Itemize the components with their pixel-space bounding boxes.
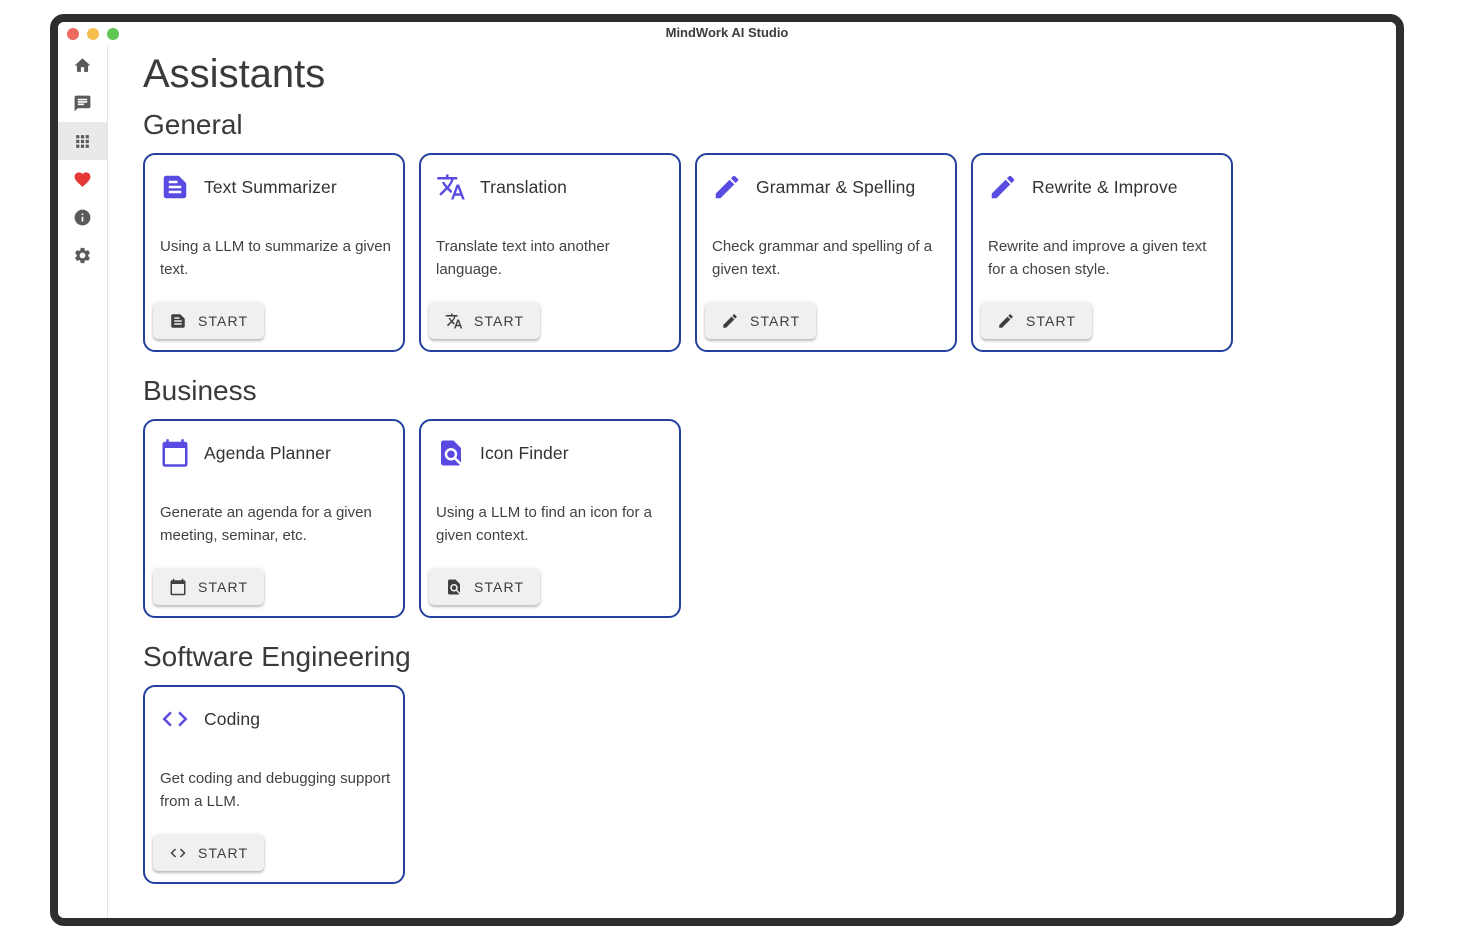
card-row: Text Summarizer Using a LLM to summarize…: [143, 153, 1366, 352]
apps-grid-icon: [73, 132, 92, 151]
text-snippet-icon: [169, 312, 187, 330]
assistant-card: Grammar & Spelling Check grammar and spe…: [695, 153, 957, 352]
titlebar: MindWork AI Studio: [58, 22, 1396, 46]
section-title: Business: [143, 374, 1366, 408]
card-description: Check grammar and spelling of a given te…: [712, 236, 944, 281]
start-button[interactable]: START: [429, 302, 540, 339]
card-row: Agenda Planner Generate an agenda for a …: [143, 419, 1366, 618]
calendar-icon: [160, 438, 190, 468]
calendar-icon: [169, 578, 187, 596]
home-icon: [73, 56, 92, 75]
assistant-card: Rewrite & Improve Rewrite and improve a …: [971, 153, 1233, 352]
translate-icon: [436, 172, 466, 202]
sidebar-item-about[interactable]: [58, 198, 107, 236]
pencil-icon: [721, 312, 739, 330]
sidebar-item-home[interactable]: [58, 46, 107, 84]
assistant-card: Translation Translate text into another …: [419, 153, 681, 352]
card-title: Grammar & Spelling: [756, 177, 915, 198]
start-button[interactable]: START: [981, 302, 1092, 339]
start-button-label: START: [750, 313, 800, 329]
card-row: Coding Get coding and debugging support …: [143, 685, 1366, 884]
chat-icon: [73, 94, 92, 113]
pencil-icon: [997, 312, 1015, 330]
assistant-section: General Text Summarizer Using a LLM to s…: [143, 108, 1366, 352]
assistant-card: Icon Finder Using a LLM to find an icon …: [419, 419, 681, 618]
card-title: Translation: [480, 177, 567, 198]
start-button[interactable]: START: [153, 568, 264, 605]
sidebar-item-chat[interactable]: [58, 84, 107, 122]
card-description: Get coding and debugging support from a …: [160, 768, 392, 813]
card-header: Text Summarizer: [160, 172, 392, 202]
card-header: Agenda Planner: [160, 438, 392, 468]
text-snippet-icon: [160, 172, 190, 202]
start-button-label: START: [1026, 313, 1076, 329]
card-description: Generate an agenda for a given meeting, …: [160, 502, 392, 547]
start-button[interactable]: START: [429, 568, 540, 605]
card-title: Agenda Planner: [204, 443, 331, 464]
sidebar: [58, 46, 108, 918]
card-description: Using a LLM to summarize a given text.: [160, 236, 392, 281]
start-button[interactable]: START: [705, 302, 816, 339]
card-title: Text Summarizer: [204, 177, 337, 198]
card-description: Rewrite and improve a given text for a c…: [988, 236, 1220, 281]
assistant-section: Business Agenda Planner Generate an agen…: [143, 374, 1366, 618]
section-title: General: [143, 108, 1366, 142]
assistant-section: Software Engineering Coding Get coding a…: [143, 640, 1366, 884]
sidebar-item-favorites[interactable]: [58, 160, 107, 198]
info-icon: [73, 208, 92, 227]
assistant-card: Agenda Planner Generate an agenda for a …: [143, 419, 405, 618]
assistant-card: Coding Get coding and debugging support …: [143, 685, 405, 884]
find-in-page-icon: [436, 438, 466, 468]
window-title: MindWork AI Studio: [58, 25, 1396, 40]
heart-icon: [73, 170, 92, 189]
start-button-label: START: [198, 313, 248, 329]
section-title: Software Engineering: [143, 640, 1366, 674]
app-body: Assistants General Text Summarizer Using…: [58, 46, 1396, 918]
start-button-label: START: [474, 579, 524, 595]
card-title: Rewrite & Improve: [1032, 177, 1178, 198]
card-header: Translation: [436, 172, 668, 202]
card-title: Icon Finder: [480, 443, 569, 464]
code-icon: [169, 844, 187, 862]
card-description: Using a LLM to find an icon for a given …: [436, 502, 668, 547]
card-header: Icon Finder: [436, 438, 668, 468]
card-description: Translate text into another language.: [436, 236, 668, 281]
sidebar-item-settings[interactable]: [58, 236, 107, 274]
pencil-icon: [712, 172, 742, 202]
card-header: Grammar & Spelling: [712, 172, 944, 202]
pencil-icon: [988, 172, 1018, 202]
card-title: Coding: [204, 709, 260, 730]
start-button[interactable]: START: [153, 834, 264, 871]
start-button-label: START: [198, 845, 248, 861]
main-content: Assistants General Text Summarizer Using…: [108, 46, 1396, 918]
find-in-page-icon: [445, 578, 463, 596]
app-window: MindWork AI Studio Assistants General Te…: [50, 14, 1404, 926]
start-button-label: START: [198, 579, 248, 595]
sidebar-item-assistants[interactable]: [58, 122, 107, 160]
translate-icon: [445, 312, 463, 330]
card-header: Coding: [160, 704, 392, 734]
page-title: Assistants: [143, 50, 1366, 98]
start-button-label: START: [474, 313, 524, 329]
code-icon: [160, 704, 190, 734]
assistant-card: Text Summarizer Using a LLM to summarize…: [143, 153, 405, 352]
start-button[interactable]: START: [153, 302, 264, 339]
card-header: Rewrite & Improve: [988, 172, 1220, 202]
gear-icon: [73, 246, 92, 265]
